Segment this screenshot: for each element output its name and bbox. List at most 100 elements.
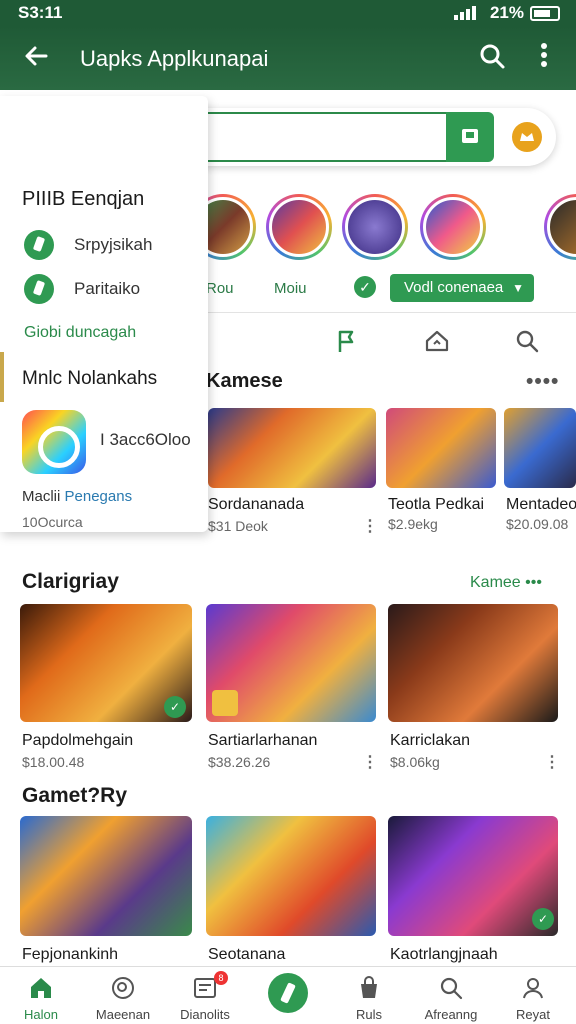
search-submit-button[interactable]: [446, 112, 494, 162]
card-title: Sordananada: [208, 496, 305, 513]
search-icon: [480, 44, 505, 69]
nav-fab-button[interactable]: [268, 973, 308, 1013]
drawer-accent-bar: [0, 352, 4, 402]
card-price: $31 Deok: [208, 518, 268, 534]
home-icon: [31, 978, 51, 998]
arrow-left-icon: [25, 46, 48, 66]
card-title: Mentadeo: [506, 496, 576, 513]
check-icon: ✓: [164, 696, 186, 718]
divider: [208, 312, 576, 313]
drawer-footer-sub: 10Ocurca: [22, 514, 83, 530]
card-menu-icon[interactable]: ⋮: [362, 516, 378, 536]
bag-icon: [361, 976, 377, 998]
person-icon: [523, 978, 543, 999]
story-image: [547, 197, 576, 257]
story-image: [345, 197, 405, 257]
section-title-clarigriay: Clarigriay: [22, 570, 119, 593]
more-vert-icon: [541, 43, 547, 67]
drawer-item-icon: [24, 230, 54, 260]
section-link-clarigriay[interactable]: Kamee •••: [470, 574, 542, 592]
nav-news[interactable]: 8 Dianolits: [164, 967, 246, 1024]
drawer-link[interactable]: Giobi duncagah: [24, 324, 136, 342]
signal-icon: [453, 6, 476, 20]
card-price: $18.00.48: [22, 754, 85, 770]
game-logo-icon: [212, 690, 238, 716]
story-label-2: Moiu: [274, 280, 307, 297]
drawer-subheading: Mnlc Nolankahs: [22, 368, 158, 389]
side-drawer: PIIIB Eenqjan Srpyjsikah Paritaiko Giobi…: [0, 96, 208, 532]
section-title-gamettry: Gamet?Ry: [22, 784, 128, 807]
nav-label: Ruls: [355, 1007, 382, 1022]
app-root: S3:11 21% Uapks Applkunapai Pensakin Rou…: [0, 0, 576, 1024]
reward-badge-button[interactable]: [512, 122, 542, 152]
drawer-app-value: I 3acc6Oloo: [100, 430, 191, 449]
nav-label: Afreanng: [424, 1007, 478, 1022]
story-avatar-2[interactable]: [266, 194, 332, 260]
section-title-top: Kamese: [206, 370, 283, 392]
battery-icon: [530, 5, 560, 21]
app-bar: Uapks Applkunapai: [0, 26, 576, 90]
game-card-image[interactable]: [386, 408, 496, 488]
card-title: Fepjonankinh: [22, 946, 119, 963]
drawer-footer-link[interactable]: Penegans: [65, 488, 133, 505]
nav-discover[interactable]: Maeenan: [82, 967, 164, 1024]
nav-label: Reyat: [516, 1007, 550, 1022]
nav-search[interactable]: Afreanng: [410, 967, 492, 1024]
home-outline-icon[interactable]: [424, 328, 450, 354]
drawer-item-icon: [24, 274, 54, 304]
card-price: $2.9ekg: [388, 516, 438, 532]
filter-pill[interactable]: Vodl conenaea ▼: [390, 274, 534, 302]
story-label-1: Rou: [206, 280, 234, 297]
story-avatar-5[interactable]: [544, 194, 576, 260]
app-title: Uapks Applkunapai: [80, 46, 269, 71]
flag-icon[interactable]: [334, 328, 360, 354]
battery-percent: 21%: [489, 3, 524, 22]
card-price: $20.09.08: [506, 516, 569, 532]
card-price: $8.06kg: [390, 754, 440, 770]
game-card-image[interactable]: [504, 408, 576, 488]
game-card-image[interactable]: [208, 408, 376, 488]
more-button[interactable]: [530, 42, 558, 72]
go-icon: [462, 129, 478, 143]
card-menu-icon[interactable]: ⋮: [544, 752, 560, 772]
status-bar: S3:11 21%: [0, 0, 576, 26]
game-card-image[interactable]: [388, 604, 558, 722]
drawer-footer: Maclii Penegans: [22, 488, 132, 505]
drawer-item-2[interactable]: Paritaiko: [24, 272, 204, 306]
status-right: 21%: [453, 3, 560, 23]
card-title: Papdolmehgain: [22, 732, 134, 749]
crown-icon: [520, 133, 534, 141]
chevron-down-icon: ▼: [512, 281, 524, 295]
drawer-item-1[interactable]: Srpyjsikah: [24, 228, 204, 262]
app-logo-icon[interactable]: [22, 410, 86, 474]
drawer-item-label: Srpyjsikah: [74, 235, 153, 254]
nav-label: Dianolits: [180, 1007, 230, 1022]
notification-badge: 8: [214, 971, 228, 985]
nav-home[interactable]: Halon: [0, 967, 82, 1024]
game-card-image[interactable]: [20, 816, 192, 936]
check-icon: ✓: [532, 908, 554, 930]
verified-icon: ✓: [354, 276, 376, 298]
nav-bag[interactable]: Ruls: [328, 967, 410, 1024]
search-circle-icon: [112, 977, 134, 999]
card-title: Karriclakan: [390, 732, 471, 749]
filter-pill-label: Vodl conenaea: [404, 279, 504, 296]
appbar-search-button[interactable]: [478, 42, 508, 72]
story-avatar-4[interactable]: [420, 194, 486, 260]
search-filter-icon[interactable]: [514, 328, 540, 354]
story-image: [269, 197, 329, 257]
section-more-top[interactable]: ••••: [526, 370, 559, 394]
nav-label: Halon: [24, 1007, 58, 1022]
back-button[interactable]: [20, 42, 52, 74]
story-avatar-3[interactable]: [342, 194, 408, 260]
card-title: Sartiarlarhanan: [208, 732, 318, 749]
nav-profile[interactable]: Reyat: [492, 967, 574, 1024]
search-icon: [440, 977, 463, 1000]
game-card-image[interactable]: [206, 816, 376, 936]
status-time: S3:11: [18, 3, 63, 22]
card-menu-icon[interactable]: ⋮: [362, 752, 378, 772]
card-price: $38.26.26: [208, 754, 271, 770]
card-title: Kaotrlangjnaah: [390, 946, 498, 963]
bottom-nav: Halon Maeenan 8 Dianolits Ruls Afreanng …: [0, 966, 576, 1024]
drawer-heading: PIIIB Eenqjan: [22, 188, 145, 210]
